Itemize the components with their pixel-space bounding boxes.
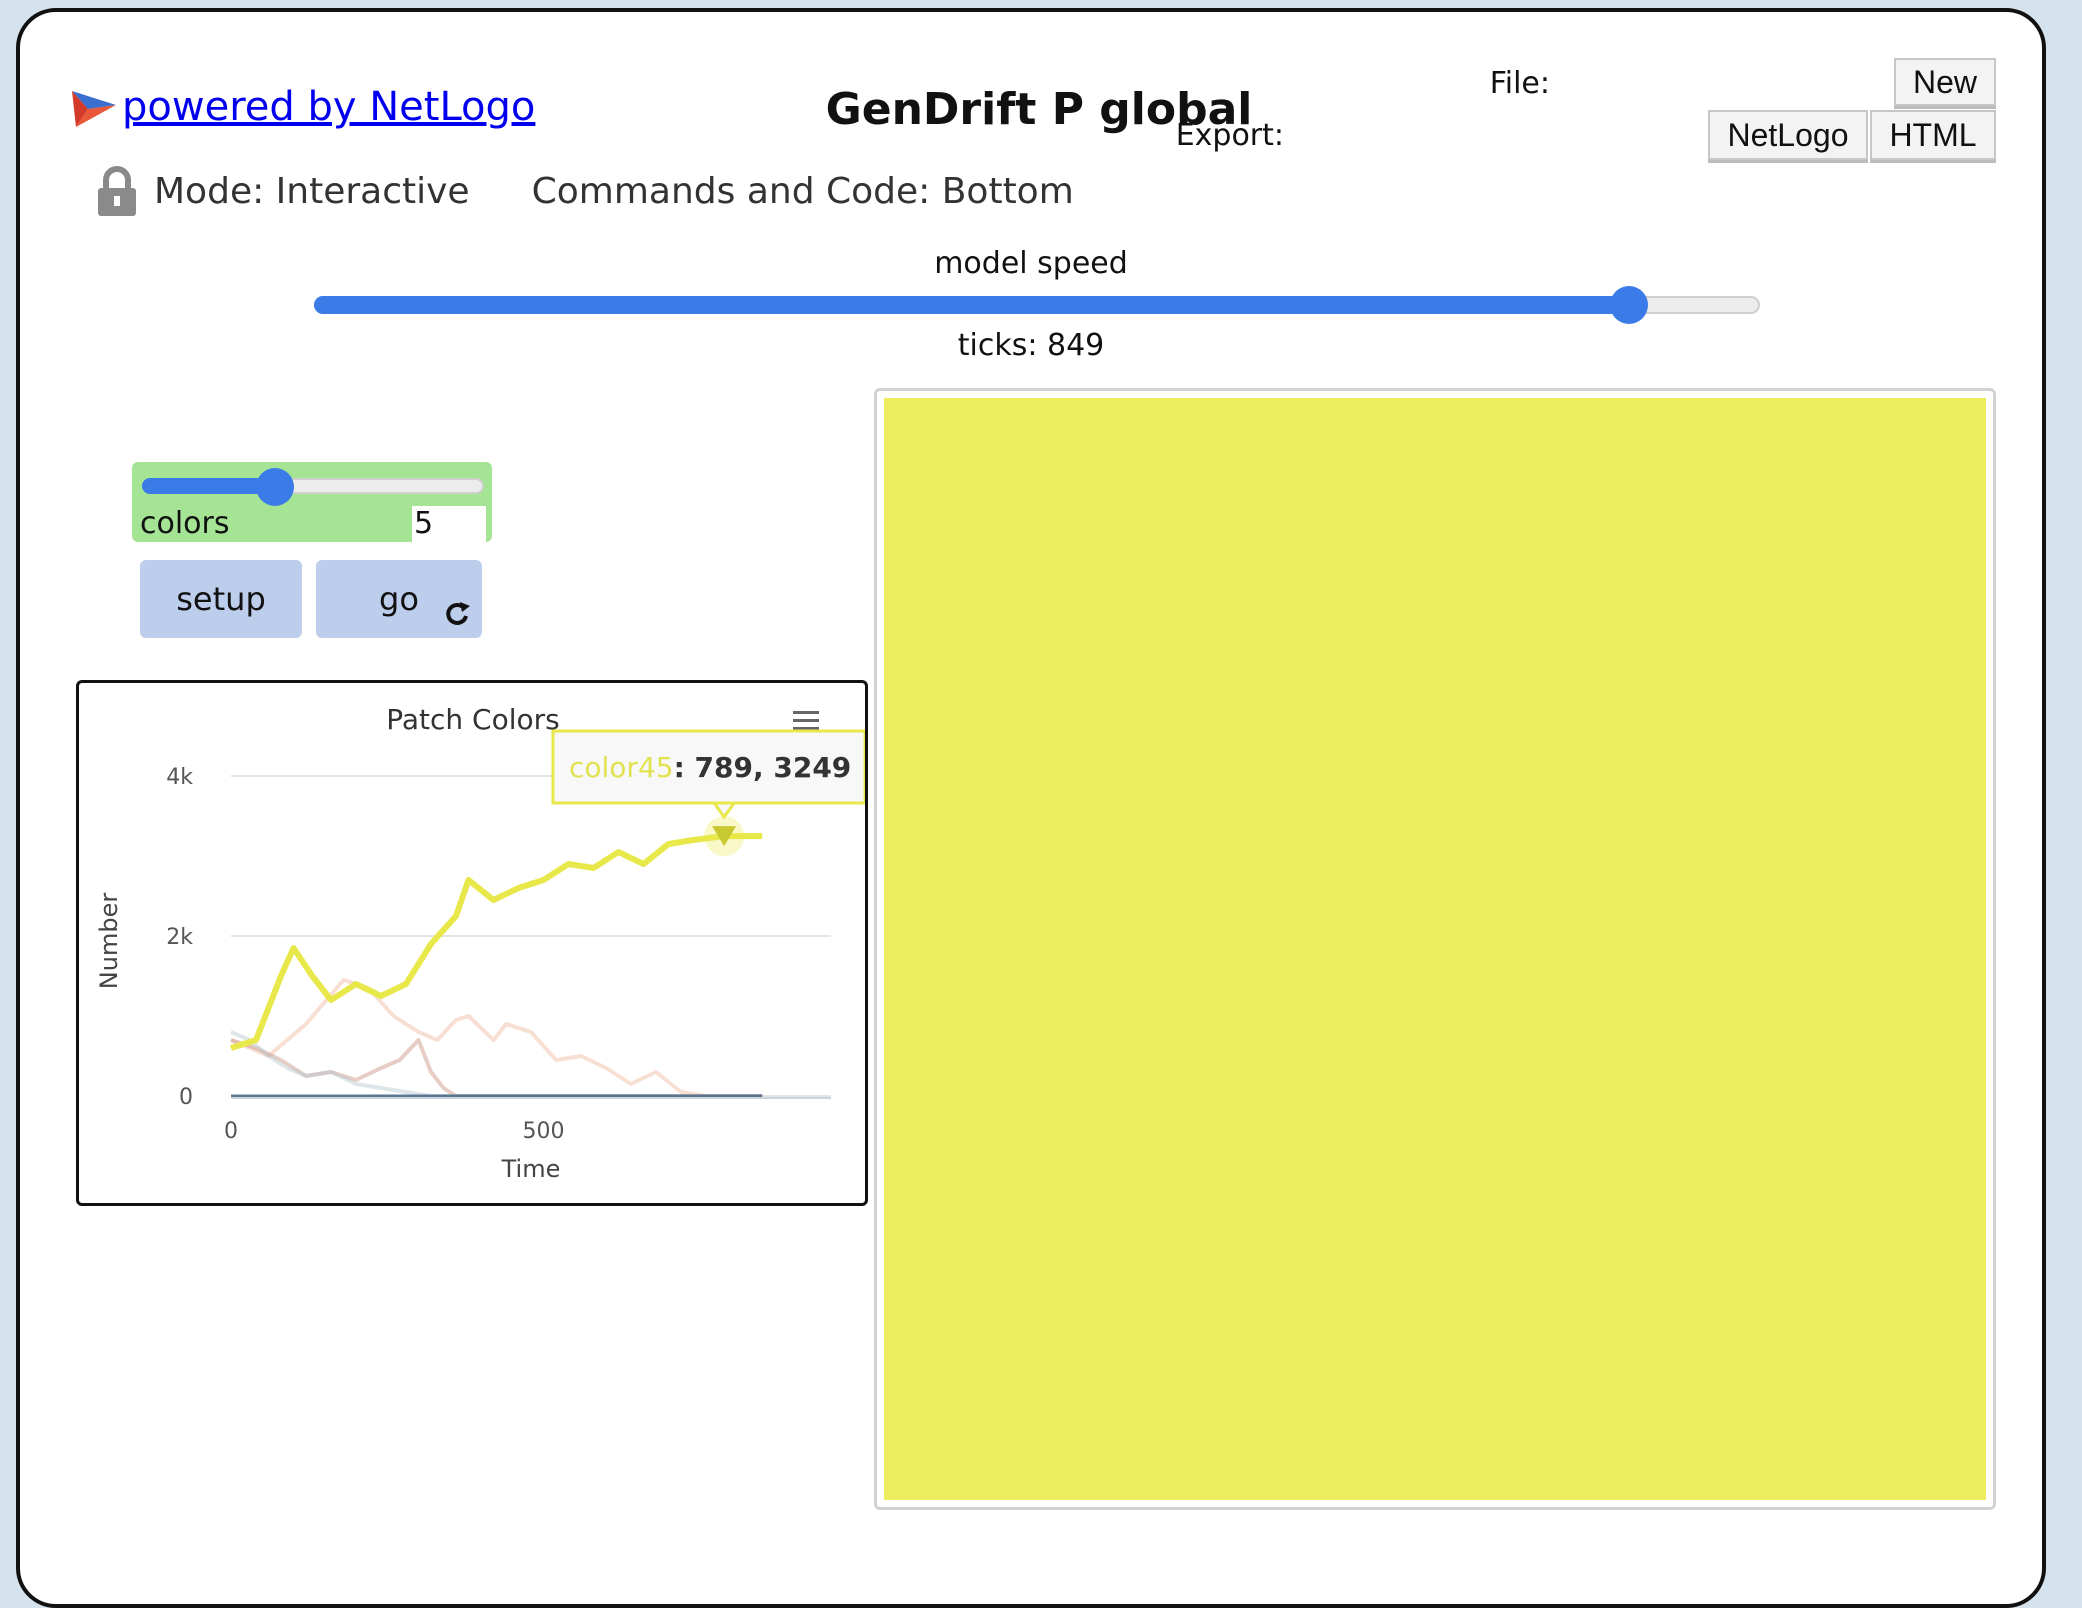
y-tick-label: 2k bbox=[166, 925, 193, 950]
colors-slider-name: colors bbox=[140, 506, 230, 541]
patch-colors-chart: Patch Colors 0 2k 4k 0 500 Number Time color… bbox=[95, 703, 865, 1183]
tooltip-pointer bbox=[711, 801, 738, 820]
mode-bar: Mode: Interactive Commands and Code: Bot… bbox=[96, 166, 1074, 216]
mode-label[interactable]: Mode: Interactive bbox=[154, 171, 470, 212]
tooltip-value: : 789, 3249 bbox=[674, 751, 852, 784]
forever-repeat-icon bbox=[446, 602, 470, 625]
plot-title: Patch Colors bbox=[386, 703, 560, 736]
export-html-button[interactable]: HTML bbox=[1870, 110, 1996, 160]
series-line-series-1 bbox=[230, 978, 763, 1098]
plot-menu-icon[interactable] bbox=[793, 711, 819, 730]
file-label: File: bbox=[1489, 66, 1550, 101]
data-tooltip: color45: 789, 3249 bbox=[551, 729, 865, 857]
series-line-series-3 bbox=[230, 1030, 763, 1098]
go-button-label: go bbox=[379, 580, 419, 618]
setup-button[interactable]: setup bbox=[140, 560, 302, 638]
model-speed-thumb[interactable] bbox=[1610, 286, 1648, 324]
export-label: Export: bbox=[1175, 118, 1284, 153]
colors-slider-value[interactable]: 5 bbox=[412, 506, 486, 542]
patch-colors-plot: Patch Colors 0 2k 4k 0 500 Number Time color… bbox=[76, 680, 868, 1206]
x-axis-label: Time bbox=[501, 1155, 561, 1183]
model-speed-label: model speed bbox=[934, 246, 1128, 281]
y-axis-label: Number bbox=[95, 893, 123, 990]
lock-icon[interactable] bbox=[96, 166, 138, 216]
new-button[interactable]: New bbox=[1894, 58, 1996, 106]
series-line-series-2 bbox=[230, 1038, 763, 1098]
tooltip-text: color45: 789, 3249 bbox=[569, 751, 851, 784]
world-view-canvas[interactable] bbox=[884, 398, 1986, 1500]
colors-slider-thumb[interactable] bbox=[256, 468, 294, 506]
go-button[interactable]: go bbox=[316, 560, 482, 638]
tooltip-series-name: color45 bbox=[569, 751, 674, 784]
model-speed-fill bbox=[314, 296, 1628, 314]
x-tick-label: 500 bbox=[523, 1119, 565, 1144]
x-tick-label: 0 bbox=[224, 1119, 238, 1144]
ticks-counter: ticks: 849 bbox=[957, 328, 1105, 363]
setup-button-label: setup bbox=[176, 580, 266, 618]
y-tick-label: 0 bbox=[179, 1085, 193, 1110]
commands-and-code-label[interactable]: Commands and Code: Bottom bbox=[532, 171, 1074, 212]
y-tick-label: 4k bbox=[166, 765, 193, 790]
export-netlogo-button[interactable]: NetLogo bbox=[1708, 110, 1868, 160]
